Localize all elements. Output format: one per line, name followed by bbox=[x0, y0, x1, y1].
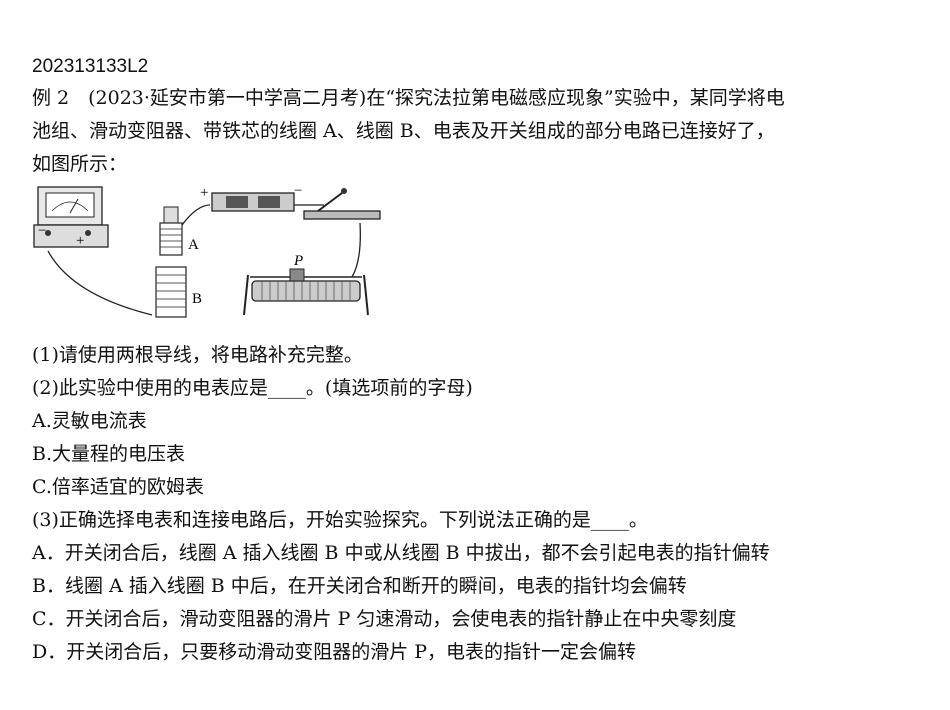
circuit-diagram: − + + − A B P bbox=[33, 185, 381, 318]
q2-option-b: B.大量程的电压表 bbox=[32, 443, 186, 465]
coil-b-label: B bbox=[192, 291, 202, 307]
meter-plus-label: + bbox=[76, 233, 84, 249]
coil-b-icon: B bbox=[155, 266, 202, 318]
question-1: (1)请使用两根导线，将电路补充完整。 bbox=[32, 344, 363, 366]
question-3: (3)正确选择电表和连接电路后，开始实验探究。下列说法正确的是____。 bbox=[32, 509, 648, 531]
example-line-1: 例 2 (2023·延安市第一中学高二月考)在“探究法拉第电磁感应现象”实验中，… bbox=[32, 87, 785, 109]
q3-option-a: A．开关闭合后，线圈 A 插入线圈 B 中或从线圈 B 中拔出，都不会引起电表的… bbox=[32, 542, 770, 564]
slider-p-label: P bbox=[293, 253, 303, 269]
battery-plus-label: + bbox=[200, 185, 208, 201]
q3-option-c: C．开关闭合后，滑动变阻器的滑片 P 匀速滑动，会使电表的指针静止在中央零刻度 bbox=[32, 608, 737, 630]
meter-minus-label: − bbox=[38, 223, 46, 239]
q2-option-a: A.灵敏电流表 bbox=[32, 410, 147, 432]
example-line-3: 如图所示： bbox=[32, 153, 128, 175]
coil-a-label: A bbox=[188, 237, 199, 253]
battery-icon: + − bbox=[200, 185, 302, 212]
rheostat-icon: P bbox=[243, 253, 369, 316]
circuit-figure: − + + − A B P bbox=[32, 185, 392, 335]
q3-option-d: D．开关闭合后，只要移动滑动变阻器的滑片 P，电表的指针一定会偏转 bbox=[32, 641, 637, 663]
switch-icon bbox=[303, 188, 381, 220]
q2-option-c: C.倍率适宜的欧姆表 bbox=[32, 476, 204, 498]
q3-option-b: B．线圈 A 插入线圈 B 中后，在开关闭合和断开的瞬间，电表的指针均会偏转 bbox=[32, 575, 687, 597]
question-document: 202313133L2 例 2 (2023·延安市第一中学高二月考)在“探究法拉… bbox=[32, 52, 932, 669]
battery-minus-label: − bbox=[294, 185, 302, 199]
coil-a-icon: A bbox=[159, 206, 199, 256]
question-2: (2)此实验中使用的电表应是____。(填选项前的字母) bbox=[32, 377, 473, 399]
document-code: 202313133L2 bbox=[32, 56, 149, 77]
example-line-2: 池组、滑动变阻器、带铁芯的线圈 A、线圈 B、电表及开关组成的部分电路已连接好了… bbox=[32, 120, 775, 142]
meter-icon: − + bbox=[33, 186, 109, 249]
